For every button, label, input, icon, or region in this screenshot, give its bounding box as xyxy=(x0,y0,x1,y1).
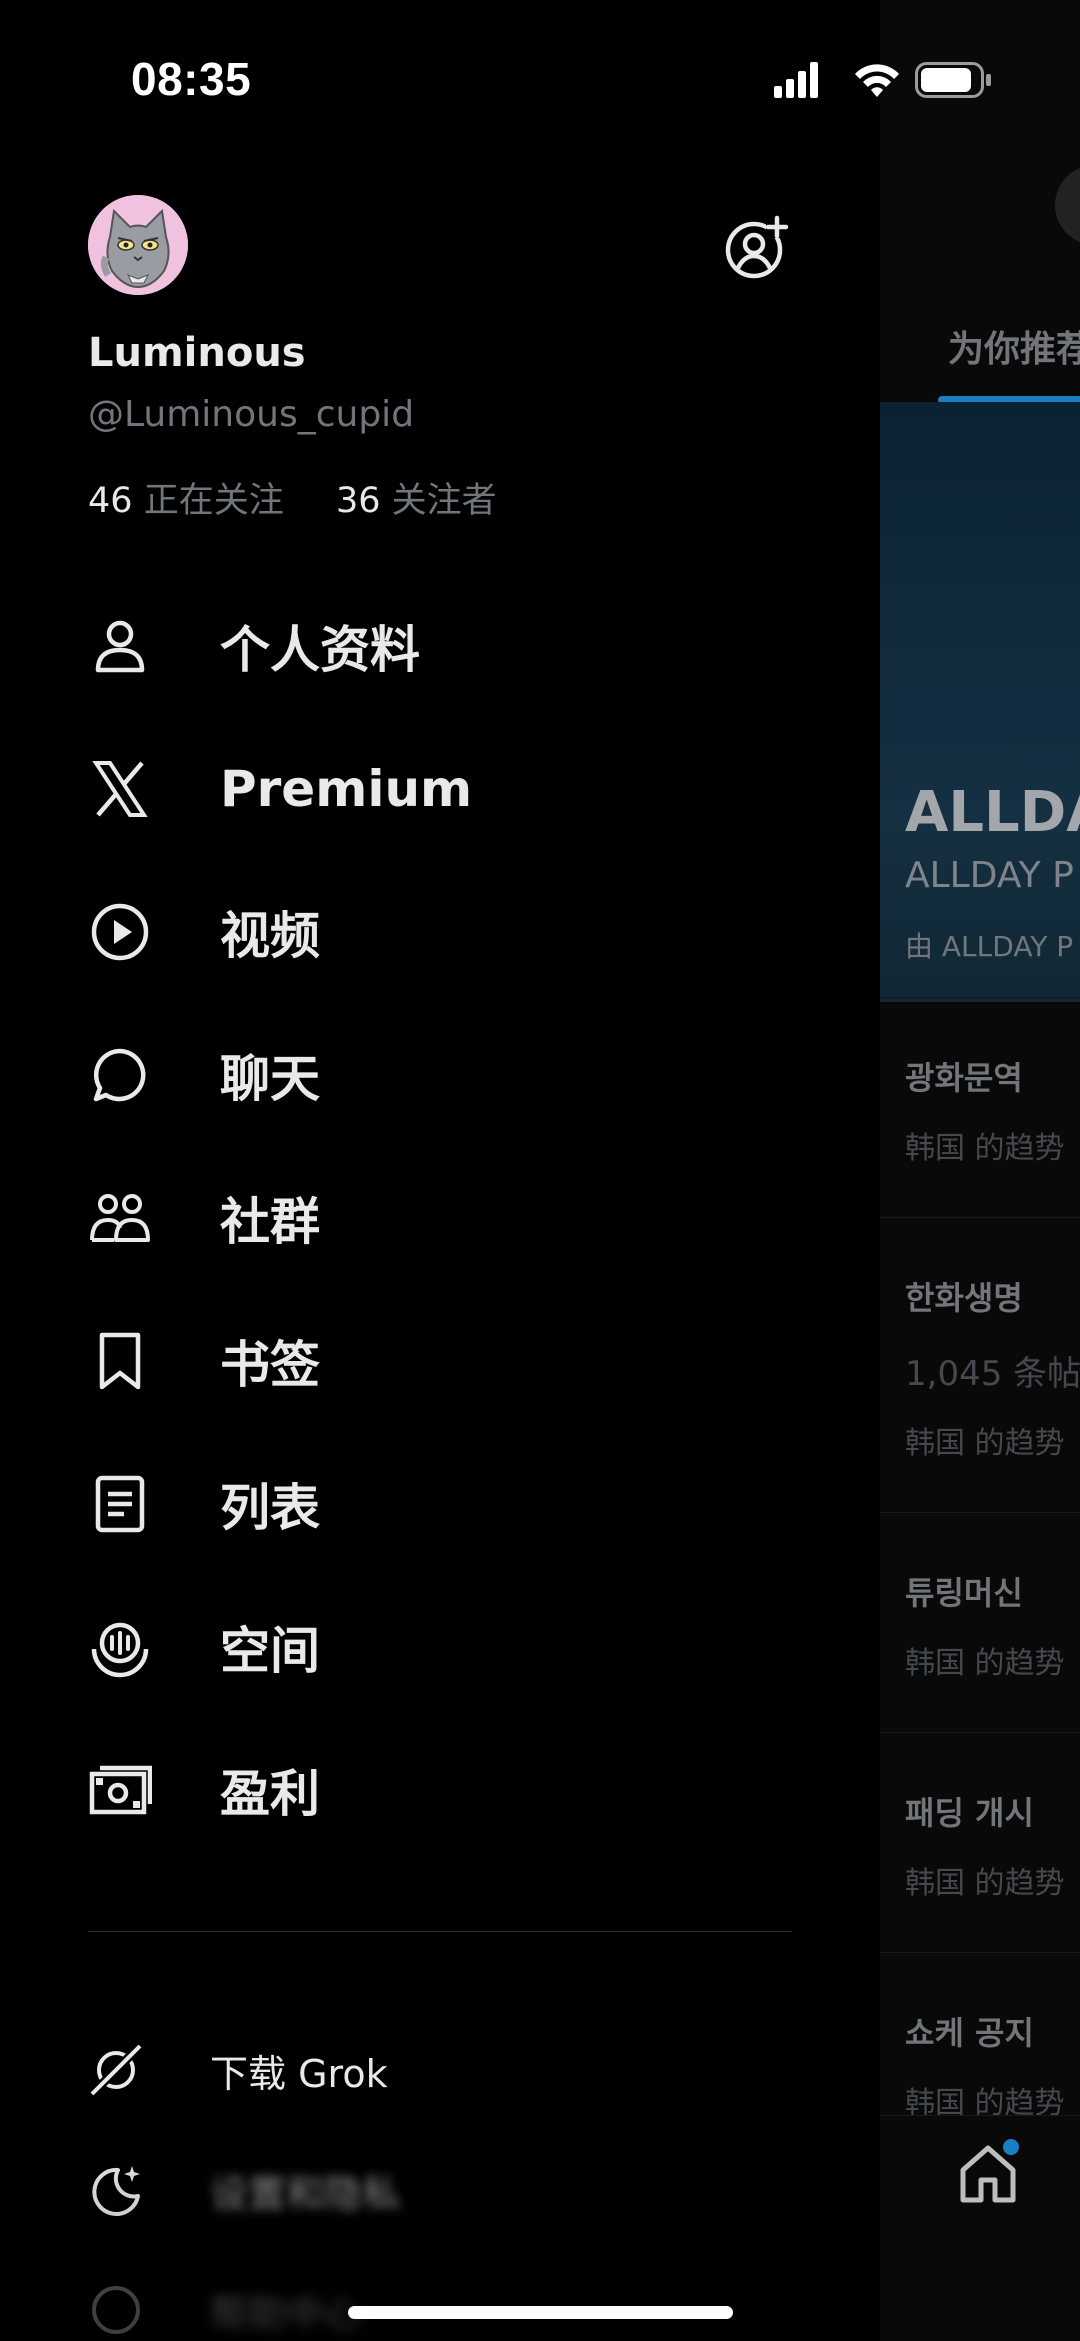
cat-avatar-icon xyxy=(88,195,188,295)
menu-label: 空间 xyxy=(220,1622,320,1680)
play-circle-icon xyxy=(91,903,149,961)
menu-item-lists[interactable]: 列表 xyxy=(88,1454,788,1554)
bookmark-icon xyxy=(99,1332,141,1390)
wifi-icon xyxy=(855,64,899,97)
menu-item-spaces[interactable]: 空间 xyxy=(88,1597,788,1697)
menu-item-communities[interactable]: 社群 xyxy=(88,1168,788,1268)
followers-count: 36 xyxy=(335,481,381,521)
help-icon xyxy=(92,2286,140,2334)
settings-privacy-item[interactable]: 设置和隐私 xyxy=(88,2150,788,2230)
menu-item-premium[interactable]: Premium xyxy=(88,739,788,839)
home-indicator[interactable] xyxy=(348,2306,733,2319)
menu-label: 盈利 xyxy=(220,1765,320,1823)
menu-label: Premium xyxy=(220,760,473,818)
signal-bars-icon xyxy=(774,62,818,98)
status-icons xyxy=(774,62,991,98)
x-logo-icon xyxy=(92,761,148,817)
following-link[interactable]: 46 正在关注 xyxy=(88,481,284,521)
communities-icon xyxy=(90,1194,150,1242)
side-drawer: 08:35 Luminous @Luminous_cupid 46 正在关注 3… xyxy=(0,0,991,2341)
follow-stats: 46 正在关注 36 关注者 xyxy=(88,472,497,523)
money-icon xyxy=(89,1765,152,1815)
chat-bubble-icon xyxy=(93,1048,146,1102)
menu-label: 个人资料 xyxy=(220,621,420,679)
following-label: 正在关注 xyxy=(143,481,284,521)
display-name[interactable]: Luminous xyxy=(88,330,306,376)
user-handle[interactable]: @Luminous_cupid xyxy=(88,394,414,435)
list-icon xyxy=(95,1475,145,1533)
followers-link[interactable]: 36 关注者 xyxy=(336,481,497,521)
followers-label: 关注者 xyxy=(391,481,497,521)
menu-label: 书签 xyxy=(220,1336,320,1394)
menu-divider xyxy=(88,1931,792,1932)
download-grok-item[interactable]: 下载 Grok xyxy=(88,2030,788,2110)
avatar[interactable] xyxy=(88,195,188,295)
menu-label: 列表 xyxy=(220,1479,320,1537)
menu-item-chat[interactable]: 聊天 xyxy=(88,1025,788,1125)
person-icon xyxy=(95,620,145,673)
menu-item-bookmarks[interactable]: 书签 xyxy=(88,1311,788,1411)
spaces-icon xyxy=(91,1622,149,1678)
download-grok-label: 下载 Grok xyxy=(210,2051,388,2096)
following-count: 46 xyxy=(88,481,133,521)
add-account-icon[interactable] xyxy=(722,212,792,282)
grok-icon xyxy=(88,2042,144,2098)
status-time: 08:35 xyxy=(131,53,252,105)
menu-label: 社群 xyxy=(220,1193,320,1251)
menu-item-profile[interactable]: 个人资料 xyxy=(88,596,788,696)
menu-item-video[interactable]: 视频 xyxy=(88,882,788,982)
help-center-label: 帮助中心 xyxy=(210,2291,363,2336)
settings-privacy-label: 设置和隐私 xyxy=(210,2171,401,2216)
menu-label: 视频 xyxy=(220,907,320,965)
menu-item-monetization[interactable]: 盈利 xyxy=(88,1740,788,1840)
battery-icon xyxy=(915,62,991,98)
moon-icon xyxy=(92,2166,140,2216)
menu-label: 聊天 xyxy=(220,1050,320,1108)
